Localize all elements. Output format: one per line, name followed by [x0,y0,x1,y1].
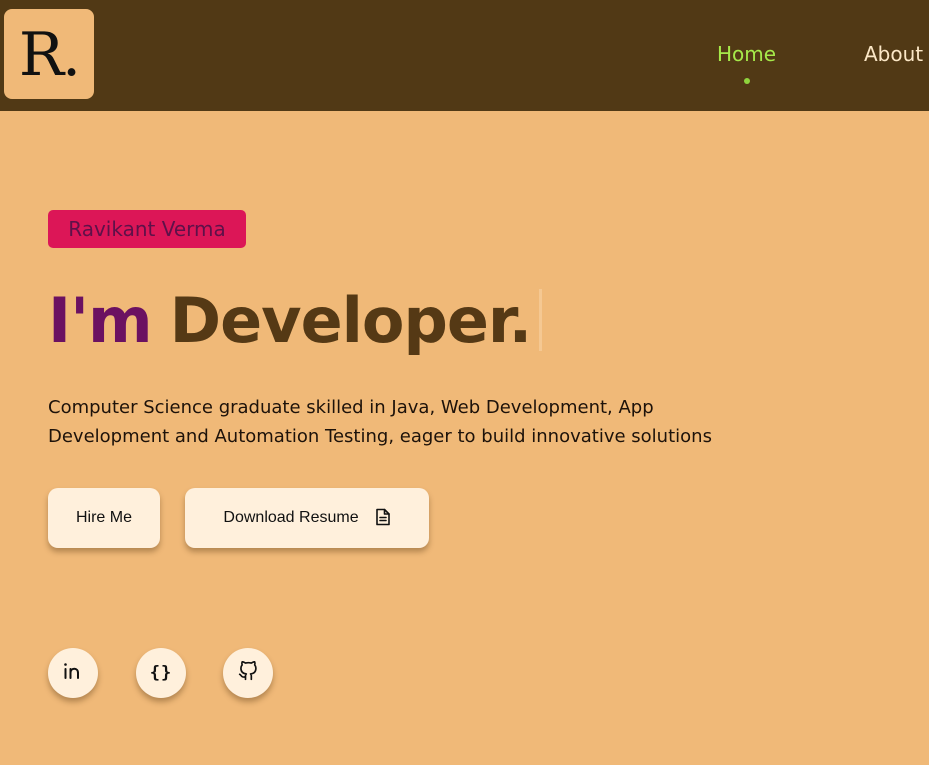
github-button[interactable] [223,648,273,698]
linkedin-icon [63,662,83,684]
name-badge: Ravikant Verma [48,210,246,248]
hire-me-label: Hire Me [75,509,132,526]
nav-link-about[interactable]: About [864,40,923,68]
code-profile-button[interactable]: {} [136,648,186,698]
nav-link-home[interactable]: Home [717,40,776,68]
intro-text: Computer Science graduate skilled in Jav… [48,397,712,447]
linkedin-button[interactable] [48,648,98,698]
document-icon [375,508,391,529]
download-resume-button[interactable]: Download Resume [185,488,429,548]
typing-cursor [539,289,543,351]
logo[interactable]: R. [4,9,94,99]
logo-text: R. [18,20,81,90]
code-icon: {} [149,663,173,683]
headline-prefix: I'm [48,283,153,357]
navbar: R. Home About [0,0,929,111]
github-icon [238,660,258,685]
headline: I'm Developer. [48,280,543,360]
headline-typed-word: Developer. [169,283,533,357]
active-indicator-dot [744,78,750,84]
hire-me-button[interactable]: Hire Me [48,488,160,548]
download-resume-label: Download Resume [223,509,359,526]
name-text: Ravikant Verma [68,217,226,241]
